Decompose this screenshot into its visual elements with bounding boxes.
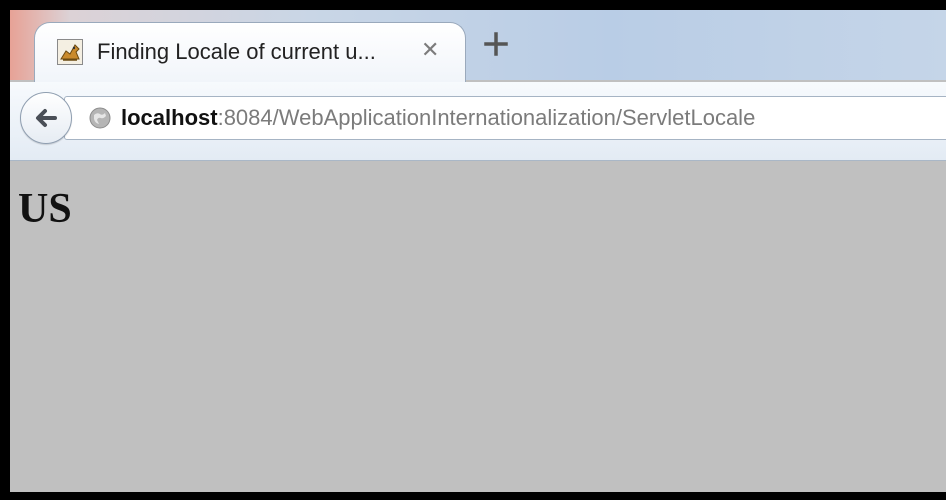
- browser-window: Finding Locale of current u... ✕ localho…: [10, 10, 946, 492]
- locale-heading: US: [18, 186, 72, 232]
- url-host: localhost: [121, 105, 218, 130]
- back-button[interactable]: [20, 92, 72, 144]
- tab-strip: Finding Locale of current u... ✕: [10, 10, 946, 82]
- url-path: :8084/WebApplicationInternationalization…: [217, 105, 756, 130]
- tab-active[interactable]: Finding Locale of current u... ✕: [34, 22, 466, 82]
- globe-icon: [89, 107, 111, 129]
- close-icon[interactable]: ✕: [421, 36, 439, 64]
- tab-title: Finding Locale of current u...: [97, 39, 376, 64]
- page-content: US: [10, 161, 946, 492]
- screenshot-frame: Finding Locale of current u... ✕ localho…: [0, 0, 946, 500]
- url-text[interactable]: localhost:8084/WebApplicationInternation…: [121, 105, 755, 131]
- back-arrow-icon: [33, 105, 59, 131]
- address-bar[interactable]: localhost:8084/WebApplicationInternation…: [64, 96, 946, 140]
- navigation-bar: localhost:8084/WebApplicationInternation…: [10, 82, 946, 161]
- tomcat-icon: [57, 39, 83, 65]
- plus-icon[interactable]: [480, 28, 512, 60]
